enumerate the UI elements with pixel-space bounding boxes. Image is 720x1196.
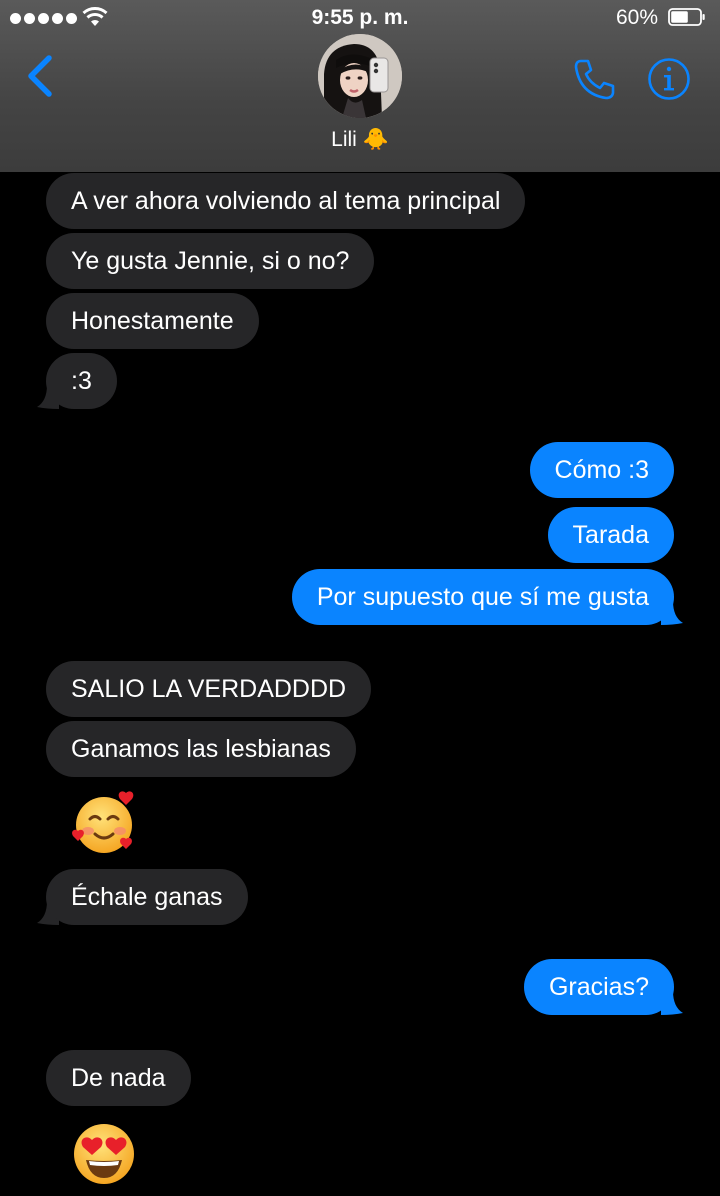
battery-level-fill bbox=[671, 11, 688, 23]
battery-icon bbox=[668, 8, 705, 26]
info-button[interactable] bbox=[646, 56, 692, 102]
message-bubble: Ganamos las lesbianas bbox=[46, 721, 356, 777]
battery-percentage: 60% bbox=[615, 6, 658, 29]
incoming-message[interactable]: SALIO LA VERDADDDD bbox=[46, 661, 372, 717]
conversation-header: 9:55 p. m. 60% Lili 🐥 bbox=[0, 0, 720, 172]
incoming-message[interactable]: :3 bbox=[37, 353, 117, 409]
message-bubble: Por supuesto que sí me gusta bbox=[291, 569, 674, 625]
message-bubble: SALIO LA VERDADDDD bbox=[46, 661, 372, 717]
message-bubble: De nada bbox=[46, 1050, 191, 1106]
contact-name[interactable]: Lili 🐥 bbox=[0, 128, 720, 152]
incoming-message[interactable]: Ganamos las lesbianas bbox=[46, 721, 356, 777]
incoming-message[interactable]: Honestamente bbox=[46, 293, 259, 349]
outgoing-message[interactable]: Gracias? bbox=[523, 959, 683, 1015]
message-bubble: Ye gusta Jennie, si o no? bbox=[46, 233, 375, 289]
smiling-face-with-hearts-emoji[interactable] bbox=[70, 789, 138, 857]
phone-call-button[interactable] bbox=[572, 56, 618, 102]
outgoing-message[interactable]: Tarada bbox=[547, 507, 674, 563]
status-time: 9:55 p. m. bbox=[311, 6, 409, 29]
incoming-message[interactable]: A ver ahora volviendo al tema principal bbox=[46, 173, 526, 229]
message-bubble: Cómo :3 bbox=[529, 442, 674, 498]
outgoing-message[interactable]: Por supuesto que sí me gusta bbox=[291, 569, 683, 625]
heart-eyes-emoji[interactable] bbox=[70, 1120, 138, 1188]
outgoing-message[interactable]: Cómo :3 bbox=[529, 442, 674, 498]
message-bubble: :3 bbox=[46, 353, 117, 409]
message-bubble: Tarada bbox=[547, 507, 674, 563]
incoming-message[interactable]: Échale ganas bbox=[37, 869, 248, 925]
back-button[interactable] bbox=[22, 52, 58, 100]
message-bubble: Gracias? bbox=[523, 959, 674, 1015]
incoming-message[interactable]: Ye gusta Jennie, si o no? bbox=[46, 233, 375, 289]
message-bubble: Échale ganas bbox=[46, 869, 248, 925]
message-bubble: A ver ahora volviendo al tema principal bbox=[46, 173, 526, 229]
message-bubble: Honestamente bbox=[46, 293, 259, 349]
avatar-photo bbox=[318, 34, 402, 118]
incoming-message[interactable]: De nada bbox=[46, 1050, 191, 1106]
contact-avatar[interactable] bbox=[318, 34, 402, 118]
